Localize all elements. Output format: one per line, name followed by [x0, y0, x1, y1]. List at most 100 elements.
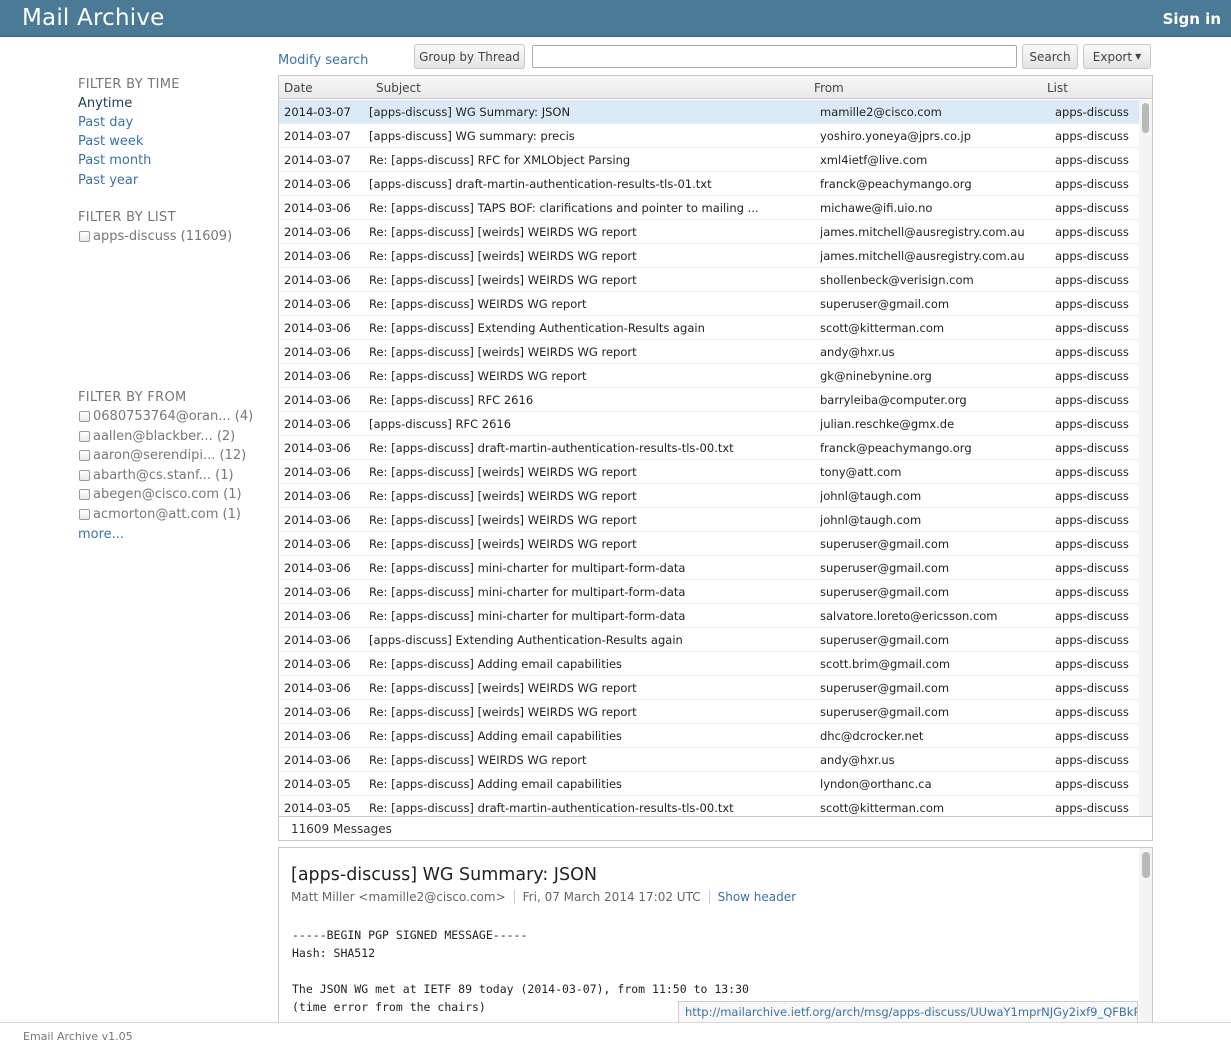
viewer-scrollbar[interactable] — [1139, 848, 1152, 1027]
table-row[interactable]: 2014-03-07 [apps-discuss] WG summary: pre… — [279, 124, 1139, 148]
checkbox[interactable] — [79, 450, 90, 461]
table-row[interactable]: 2014-03-06 Re: [apps-discuss] WEIRDS WG r… — [279, 364, 1139, 388]
column-list[interactable]: List — [1047, 81, 1068, 95]
message-date: Fri, 07 March 2014 17:02 UTC — [522, 890, 701, 904]
table-row[interactable]: 2014-03-05 Re: [apps-discuss] draft-marti… — [279, 796, 1139, 816]
cell-date: 2014-03-06 — [284, 681, 351, 695]
cell-subject: Re: [apps-discuss] draft-martin-authenti… — [369, 801, 734, 815]
checkbox[interactable] — [79, 489, 90, 500]
time-filter-past-month[interactable]: Past month — [78, 153, 151, 168]
table-row[interactable]: 2014-03-06 Re: [apps-discuss] WEIRDS WG r… — [279, 748, 1139, 772]
table-row[interactable]: 2014-03-06 Re: [apps-discuss] [weirds] WE… — [279, 460, 1139, 484]
time-filter-past-week[interactable]: Past week — [78, 134, 143, 149]
from-filter-item[interactable]: abegen@cisco.com (1) — [79, 487, 242, 502]
cell-from: michawe@ifi.uio.no — [820, 201, 933, 215]
from-filter-item[interactable]: acmorton@att.com (1) — [79, 507, 241, 522]
message-url-link[interactable]: http://mailarchive.ietf.org/arch/msg/app… — [678, 1001, 1138, 1023]
sign-in-link[interactable]: Sign in — [1163, 10, 1221, 28]
table-row[interactable]: 2014-03-06 Re: [apps-discuss] TAPS BOF: c… — [279, 196, 1139, 220]
list-filter-apps-discuss[interactable]: apps-discuss (11609) — [79, 229, 232, 244]
cell-list: apps-discuss — [1055, 321, 1129, 335]
table-row[interactable]: 2014-03-06 [apps-discuss] draft-martin-au… — [279, 172, 1139, 196]
time-filter-past-day[interactable]: Past day — [78, 115, 133, 130]
cell-from: julian.reschke@gmx.de — [820, 417, 955, 431]
search-button[interactable]: Search — [1022, 44, 1078, 69]
table-row[interactable]: 2014-03-06 Re: [apps-discuss] mini-charte… — [279, 556, 1139, 580]
time-filter-anytime[interactable]: Anytime — [78, 96, 132, 111]
from-filter-item[interactable]: aaron@serendipi... (12) — [79, 448, 246, 463]
cell-subject: Re: [apps-discuss] TAPS BOF: clarificati… — [369, 201, 759, 215]
table-row[interactable]: 2014-03-06 Re: [apps-discuss] [weirds] WE… — [279, 220, 1139, 244]
app-title[interactable]: Mail Archive — [22, 5, 165, 31]
cell-list: apps-discuss — [1055, 225, 1129, 239]
table-row[interactable]: 2014-03-06 Re: [apps-discuss] [weirds] WE… — [279, 700, 1139, 724]
cell-subject: Re: [apps-discuss] [weirds] WEIRDS WG re… — [369, 273, 637, 287]
modify-search-link[interactable]: Modify search — [278, 53, 368, 68]
table-row[interactable]: 2014-03-06 Re: [apps-discuss] WEIRDS WG r… — [279, 292, 1139, 316]
cell-subject: Re: [apps-discuss] mini-charter for mult… — [369, 609, 686, 623]
checkbox[interactable] — [79, 470, 90, 481]
from-filter-item[interactable]: aallen@blackber... (2) — [79, 429, 235, 444]
cell-subject: Re: [apps-discuss] [weirds] WEIRDS WG re… — [369, 345, 637, 359]
table-row[interactable]: 2014-03-06 Re: [apps-discuss] Adding emai… — [279, 652, 1139, 676]
message-meta: Matt Miller <mamille2@cisco.com> Fri, 07… — [291, 890, 796, 904]
table-row[interactable]: 2014-03-06 Re: [apps-discuss] mini-charte… — [279, 604, 1139, 628]
table-row[interactable]: 2014-03-06 Re: [apps-discuss] Adding emai… — [279, 724, 1139, 748]
export-button[interactable]: Export ▼ — [1083, 44, 1151, 69]
checkbox[interactable] — [79, 509, 90, 520]
scrollbar-thumb[interactable] — [1142, 103, 1149, 133]
cell-from: superuser@gmail.com — [820, 585, 950, 599]
cell-subject: Re: [apps-discuss] RFC 2616 — [369, 393, 534, 407]
column-from[interactable]: From — [814, 81, 844, 95]
table-row[interactable]: 2014-03-06 [apps-discuss] Extending Authe… — [279, 628, 1139, 652]
table-row[interactable]: 2014-03-06 Re: [apps-discuss] RFC 2616 bar… — [279, 388, 1139, 412]
cell-list: apps-discuss — [1055, 801, 1129, 815]
cell-list: apps-discuss — [1055, 609, 1129, 623]
table-row[interactable]: 2014-03-06 Re: [apps-discuss] [weirds] WE… — [279, 532, 1139, 556]
checkbox[interactable] — [79, 231, 90, 242]
cell-from: dhc@dcrocker.net — [820, 729, 924, 743]
from-filter-item[interactable]: abarth@cs.stanf... (1) — [79, 468, 234, 483]
scrollbar-thumb[interactable] — [1142, 852, 1150, 878]
cell-date: 2014-03-06 — [284, 225, 351, 239]
table-row[interactable]: 2014-03-06 Re: [apps-discuss] [weirds] WE… — [279, 484, 1139, 508]
cell-date: 2014-03-06 — [284, 393, 351, 407]
time-filter-past-year[interactable]: Past year — [78, 173, 138, 188]
cell-list: apps-discuss — [1055, 369, 1129, 383]
column-subject[interactable]: Subject — [376, 81, 421, 95]
cell-from: lyndon@orthanc.ca — [820, 777, 932, 791]
table-row[interactable]: 2014-03-07 [apps-discuss] WG Summary: JSO… — [279, 100, 1139, 124]
table-row[interactable]: 2014-03-06 Re: [apps-discuss] [weirds] WE… — [279, 340, 1139, 364]
column-date[interactable]: Date — [284, 81, 313, 95]
cell-list: apps-discuss — [1055, 345, 1129, 359]
cell-list: apps-discuss — [1055, 201, 1129, 215]
from-filter-item[interactable]: 0680753764@oran... (4) — [79, 409, 253, 424]
group-by-thread-button[interactable]: Group by Thread — [414, 44, 525, 69]
cell-subject: [apps-discuss] WG Summary: JSON — [369, 105, 571, 119]
table-row[interactable]: 2014-03-06 Re: [apps-discuss] [weirds] WE… — [279, 268, 1139, 292]
cell-from: superuser@gmail.com — [820, 681, 950, 695]
cell-from: shollenbeck@verisign.com — [820, 273, 974, 287]
search-input[interactable] — [532, 45, 1017, 68]
cell-date: 2014-03-06 — [284, 657, 351, 671]
checkbox[interactable] — [79, 431, 90, 442]
table-row[interactable]: 2014-03-06 Re: [apps-discuss] [weirds] WE… — [279, 508, 1139, 532]
cell-list: apps-discuss — [1055, 465, 1129, 479]
list-scrollbar[interactable] — [1139, 100, 1152, 816]
table-row[interactable]: 2014-03-06 Re: [apps-discuss] [weirds] WE… — [279, 244, 1139, 268]
show-header-link[interactable]: Show header — [718, 890, 796, 904]
table-row[interactable]: 2014-03-06 [apps-discuss] RFC 2616 julian.… — [279, 412, 1139, 436]
cell-date: 2014-03-07 — [284, 129, 351, 143]
table-row[interactable]: 2014-03-06 Re: [apps-discuss] Extending A… — [279, 316, 1139, 340]
cell-date: 2014-03-06 — [284, 609, 351, 623]
table-row[interactable]: 2014-03-05 Re: [apps-discuss] Adding emai… — [279, 772, 1139, 796]
version-label: Email Archive v1.05 — [23, 1030, 133, 1043]
from-filter-label: aallen@blackber... (2) — [93, 429, 236, 444]
table-row[interactable]: 2014-03-07 Re: [apps-discuss] RFC for XML… — [279, 148, 1139, 172]
more-from-filters-link[interactable]: more... — [78, 527, 124, 542]
table-row[interactable]: 2014-03-06 Re: [apps-discuss] mini-charte… — [279, 580, 1139, 604]
message-rows[interactable]: 2014-03-07 [apps-discuss] WG Summary: JSO… — [279, 100, 1139, 816]
table-row[interactable]: 2014-03-06 Re: [apps-discuss] [weirds] WE… — [279, 676, 1139, 700]
table-row[interactable]: 2014-03-06 Re: [apps-discuss] draft-marti… — [279, 436, 1139, 460]
checkbox[interactable] — [79, 411, 90, 422]
